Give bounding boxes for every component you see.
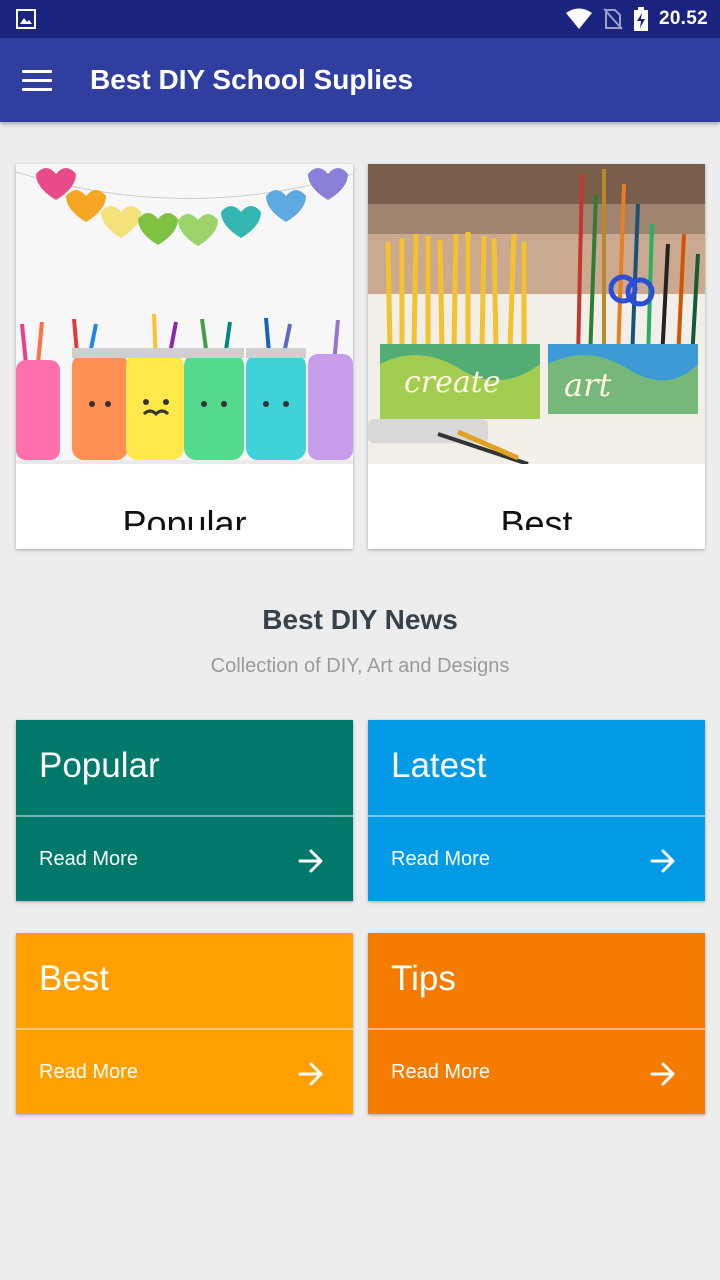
best-tile[interactable]: Best Read More bbox=[16, 933, 353, 1114]
tile-title: Latest bbox=[391, 746, 487, 785]
tile-title: Popular bbox=[39, 746, 160, 785]
tips-tile[interactable]: Tips Read More bbox=[368, 933, 705, 1114]
read-more-link[interactable]: Read More bbox=[391, 1061, 490, 1084]
popular-card-caption: Popular bbox=[122, 503, 247, 530]
tile-title: Best bbox=[39, 959, 110, 998]
image-notification-icon bbox=[16, 9, 36, 29]
arrow-right-icon[interactable] bbox=[297, 847, 325, 875]
battery-charging-icon bbox=[633, 7, 648, 31]
rainbow-jars-image bbox=[16, 164, 353, 464]
clock: 20.52 bbox=[658, 8, 708, 29]
svg-text:create: create bbox=[404, 365, 501, 400]
svg-text:art: art bbox=[564, 366, 611, 404]
wifi-icon bbox=[565, 8, 592, 29]
read-more-link[interactable]: Read More bbox=[39, 1061, 138, 1084]
best-card-caption: Best bbox=[500, 503, 573, 530]
no-sim-icon bbox=[603, 8, 623, 30]
divider bbox=[16, 1028, 353, 1030]
read-more-link[interactable]: Read More bbox=[391, 848, 490, 871]
section-title: Best DIY News bbox=[262, 604, 458, 635]
popular-tile[interactable]: Popular Read More bbox=[16, 720, 353, 901]
app-bar: Best DIY School Suplies bbox=[0, 38, 720, 122]
best-image-card[interactable]: create art Best bbox=[368, 164, 705, 549]
popular-image-card[interactable]: Popular bbox=[16, 164, 353, 549]
status-bar: 20.52 bbox=[0, 0, 720, 38]
section-subtitle: Collection of DIY, Art and Designs bbox=[210, 655, 510, 677]
divider bbox=[368, 815, 705, 817]
divider bbox=[16, 815, 353, 817]
arrow-right-icon[interactable] bbox=[649, 1060, 677, 1088]
arrow-right-icon[interactable] bbox=[649, 847, 677, 875]
app-title: Best DIY School Suplies bbox=[90, 64, 414, 95]
menu-icon[interactable] bbox=[22, 62, 62, 98]
divider bbox=[368, 1028, 705, 1030]
tile-title: Tips bbox=[391, 959, 456, 998]
arrow-right-icon[interactable] bbox=[297, 1060, 325, 1088]
read-more-link[interactable]: Read More bbox=[39, 848, 138, 871]
pencil-holders-image: create art bbox=[368, 164, 705, 464]
latest-tile[interactable]: Latest Read More bbox=[368, 720, 705, 901]
